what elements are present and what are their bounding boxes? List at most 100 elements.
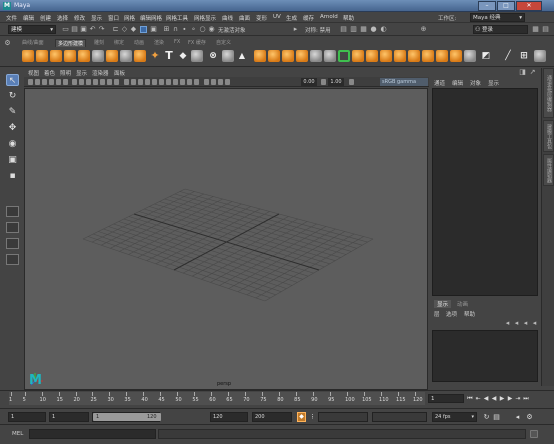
menu-create[interactable]: 创建	[40, 14, 51, 22]
render-view-icon[interactable]: ◐	[380, 26, 387, 33]
menu-file[interactable]: 文件	[6, 14, 17, 22]
mel-input[interactable]	[29, 429, 156, 439]
film-gate-icon[interactable]	[79, 79, 84, 85]
wedge-icon[interactable]: ◩	[480, 50, 492, 62]
tab-attribute-editor[interactable]: 属性编辑器	[543, 154, 554, 186]
panel-menu-show[interactable]: 显示	[76, 69, 87, 77]
step-forward-frame-icon[interactable]: ▶	[507, 395, 513, 402]
mel-label[interactable]: MEL	[12, 431, 23, 437]
reduce-icon[interactable]: ▲	[236, 50, 248, 62]
paint-select-tool-icon[interactable]: ✎	[6, 106, 19, 118]
mirror-icon[interactable]	[254, 50, 266, 62]
multi-cut-icon[interactable]	[338, 50, 350, 62]
bookmark-icon[interactable]	[42, 79, 47, 85]
symmetry-label[interactable]: 对称: 禁用	[305, 26, 331, 34]
depth-of-field-icon[interactable]	[194, 79, 199, 85]
cb-menu-show[interactable]: 显示	[488, 79, 499, 87]
select-component-icon[interactable]: ◆	[130, 26, 137, 33]
menu-surfaces[interactable]: 曲面	[239, 14, 250, 22]
xray-active-icon[interactable]	[218, 79, 223, 85]
poly-cylinder-icon[interactable]	[50, 50, 62, 62]
step-forward-key-icon[interactable]: ⇥	[515, 395, 521, 402]
layer-list[interactable]	[432, 330, 538, 382]
toggle-channelbox-icon[interactable]: ▦	[532, 26, 539, 33]
bridge-icon[interactable]	[282, 50, 294, 62]
shelf-tab-rendering[interactable]: 渲染	[152, 39, 166, 47]
wireframe-on-shaded-icon[interactable]	[138, 79, 143, 85]
select-tool-icon[interactable]: ↖	[6, 74, 19, 86]
tab-modeling-toolkit[interactable]: 建模工具包	[543, 120, 554, 152]
circularize-icon[interactable]	[450, 50, 462, 62]
ipr-render-icon[interactable]: ▥	[350, 26, 357, 33]
shelf-settings-icon[interactable]: ⚙	[4, 40, 11, 47]
new-layer-selected-icon[interactable]: ◂	[531, 320, 538, 327]
cb-menu-channels[interactable]: 通道	[434, 79, 445, 87]
extrude-icon[interactable]	[268, 50, 280, 62]
merge-icon[interactable]	[422, 50, 434, 62]
menu-mesh-display[interactable]: 网格显示	[194, 14, 216, 22]
layout-two-icon[interactable]	[6, 238, 19, 249]
offset-edge-icon[interactable]	[380, 50, 392, 62]
audio-icon[interactable]: ◂	[513, 412, 522, 422]
menu-deform[interactable]: 变形	[256, 14, 267, 22]
sound-icon[interactable]: ▤	[492, 412, 501, 422]
poke-icon[interactable]	[464, 50, 476, 62]
highlight-selection-icon[interactable]: ▣	[150, 26, 157, 33]
layout-single-icon[interactable]	[6, 206, 19, 217]
history-icon[interactable]: ▸	[292, 26, 299, 33]
undo-icon[interactable]: ↶	[89, 26, 96, 33]
snap-projected-icon[interactable]: ∘	[190, 26, 197, 33]
text-tool-icon[interactable]: T	[163, 50, 175, 62]
open-scene-icon[interactable]: ▤	[71, 26, 78, 33]
grid-toggle-icon[interactable]	[72, 79, 77, 85]
poly-torus-icon[interactable]	[78, 50, 90, 62]
isolate-select-icon[interactable]	[204, 79, 209, 85]
shadows-icon[interactable]	[166, 79, 171, 85]
layer-menu-help[interactable]: 帮助	[464, 310, 475, 318]
panel-menu-shading[interactable]: 着色	[44, 69, 55, 77]
redo-icon[interactable]: ↷	[98, 26, 105, 33]
poly-cone-icon[interactable]	[64, 50, 76, 62]
insert-edge-loop-icon[interactable]	[366, 50, 378, 62]
panel-menu-lighting[interactable]: 照明	[60, 69, 71, 77]
menu-windows[interactable]: 窗口	[108, 14, 119, 22]
anim-end-field[interactable]: 200	[252, 412, 292, 422]
maximize-button[interactable]: □	[497, 1, 515, 11]
cb-menu-edit[interactable]: 编辑	[452, 79, 463, 87]
slide-edge-icon[interactable]	[408, 50, 420, 62]
use-all-lights-icon[interactable]	[159, 79, 164, 85]
current-frame-field[interactable]: 1	[428, 394, 464, 403]
range-slider-handle[interactable]: 1 120	[93, 413, 161, 421]
wireframe-icon[interactable]	[124, 79, 129, 85]
select-camera-icon[interactable]	[28, 79, 33, 85]
character-set-field[interactable]	[318, 412, 368, 422]
separate-icon[interactable]: ⊗	[207, 50, 219, 62]
2d-pan-icon[interactable]	[56, 79, 61, 85]
panel-menu-panels[interactable]: 面板	[114, 69, 125, 77]
menuset-dropdown[interactable]: 建模	[8, 25, 56, 34]
layout-four-icon[interactable]	[6, 222, 19, 233]
fps-dropdown[interactable]: 24 fps	[432, 412, 477, 422]
select-hierarchy-icon[interactable]: ⊏	[112, 26, 119, 33]
resolution-gate-icon[interactable]	[86, 79, 91, 85]
menu-edit[interactable]: 编辑	[23, 14, 34, 22]
textured-icon[interactable]	[152, 79, 157, 85]
panel-menu-view[interactable]: 视图	[28, 69, 39, 77]
menu-help[interactable]: 帮助	[343, 14, 354, 22]
shelf-tab-custom[interactable]: 自定义	[214, 39, 233, 47]
smooth-shade-icon[interactable]	[131, 79, 136, 85]
shelf-tab-fx[interactable]: FX	[172, 39, 182, 47]
poly-plane-icon[interactable]	[92, 50, 104, 62]
key-settings-icon[interactable]: ⁝	[308, 412, 317, 422]
minimize-button[interactable]: –	[478, 1, 496, 11]
channel-box-toggle-icon[interactable]: ◨	[519, 69, 526, 76]
menu-mesh[interactable]: 网格	[124, 14, 135, 22]
menu-uv[interactable]: UV	[273, 14, 281, 20]
layer-menu-layers[interactable]: 层	[434, 310, 440, 318]
auto-key-icon[interactable]: ◆	[297, 412, 306, 422]
shelf-tab-animation[interactable]: 动画	[132, 39, 146, 47]
rotate-tool-icon[interactable]: ◉	[6, 138, 19, 150]
snap-curve-icon[interactable]: ∩	[172, 26, 179, 33]
gamma-value[interactable]: 1.00	[328, 78, 344, 86]
login-field[interactable]: ⚇ 登录	[473, 25, 528, 34]
